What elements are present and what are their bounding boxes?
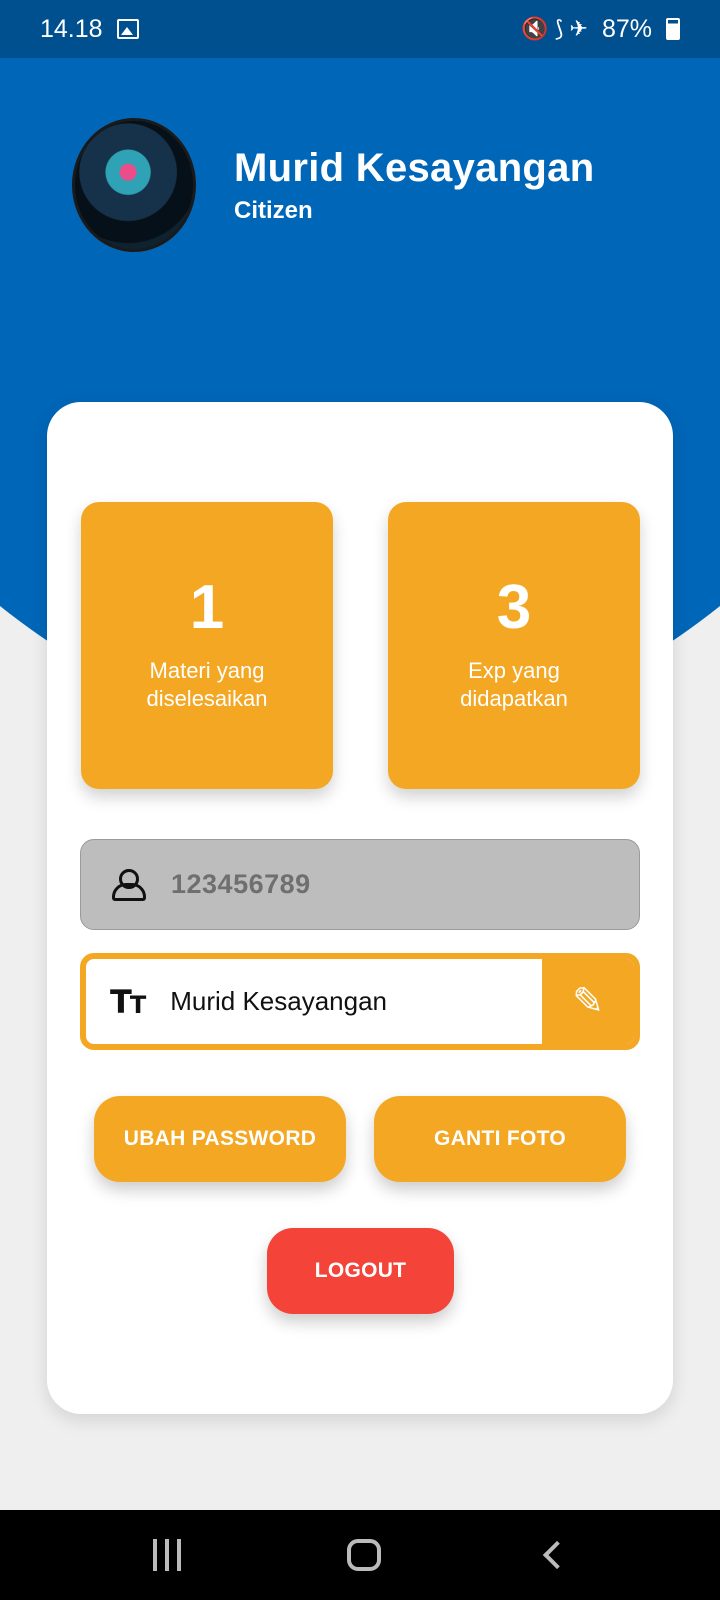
- stat-label: Materi yang diselesaikan: [146, 658, 268, 711]
- user-id-field: 123456789: [80, 839, 640, 930]
- change-password-button[interactable]: UBAH PASSWORD: [94, 1096, 346, 1182]
- battery-icon: [666, 18, 680, 40]
- pencil-icon: ✎: [572, 981, 604, 1023]
- back-button[interactable]: [542, 1540, 572, 1570]
- connectivity-icons: 🔇 ⟆ ✈: [521, 16, 588, 41]
- status-bar: 14.18 🔇 ⟆ ✈ 87%: [0, 0, 720, 58]
- gallery-icon: [116, 19, 139, 39]
- profile-name: Murid Kesayangan: [234, 145, 595, 190]
- change-photo-button[interactable]: GANTI FOTO: [374, 1096, 626, 1182]
- stat-value: 1: [189, 573, 225, 642]
- profile-header: Murid Kesayangan Citizen: [72, 118, 594, 252]
- edit-name-button[interactable]: ✎: [542, 959, 634, 1044]
- profile-card: 1 Materi yang diselesaikan 3 Exp yang di…: [47, 402, 673, 1414]
- stat-exp-earned: 3 Exp yang didapatkan: [388, 502, 640, 789]
- user-id-value: 123456789: [171, 869, 311, 899]
- display-name-value[interactable]: Murid Kesayangan: [170, 986, 387, 1017]
- recent-apps-button[interactable]: [153, 1539, 181, 1571]
- home-button[interactable]: [347, 1539, 381, 1571]
- stat-value: 3: [496, 573, 532, 642]
- status-time: 14.18: [40, 14, 103, 43]
- text-size-icon: TT: [110, 982, 146, 1021]
- stat-completed-materials: 1 Materi yang diselesaikan: [81, 502, 333, 789]
- display-name-field[interactable]: TT Murid Kesayangan ✎: [80, 953, 640, 1050]
- logout-button[interactable]: LOGOUT: [267, 1228, 454, 1314]
- profile-role: Citizen: [234, 196, 313, 224]
- stat-label: Exp yang didapatkan: [460, 658, 568, 711]
- navigation-bar: [0, 1510, 720, 1600]
- battery-percentage: 87%: [601, 14, 652, 43]
- avatar[interactable]: [72, 118, 196, 252]
- person-icon: [111, 868, 146, 901]
